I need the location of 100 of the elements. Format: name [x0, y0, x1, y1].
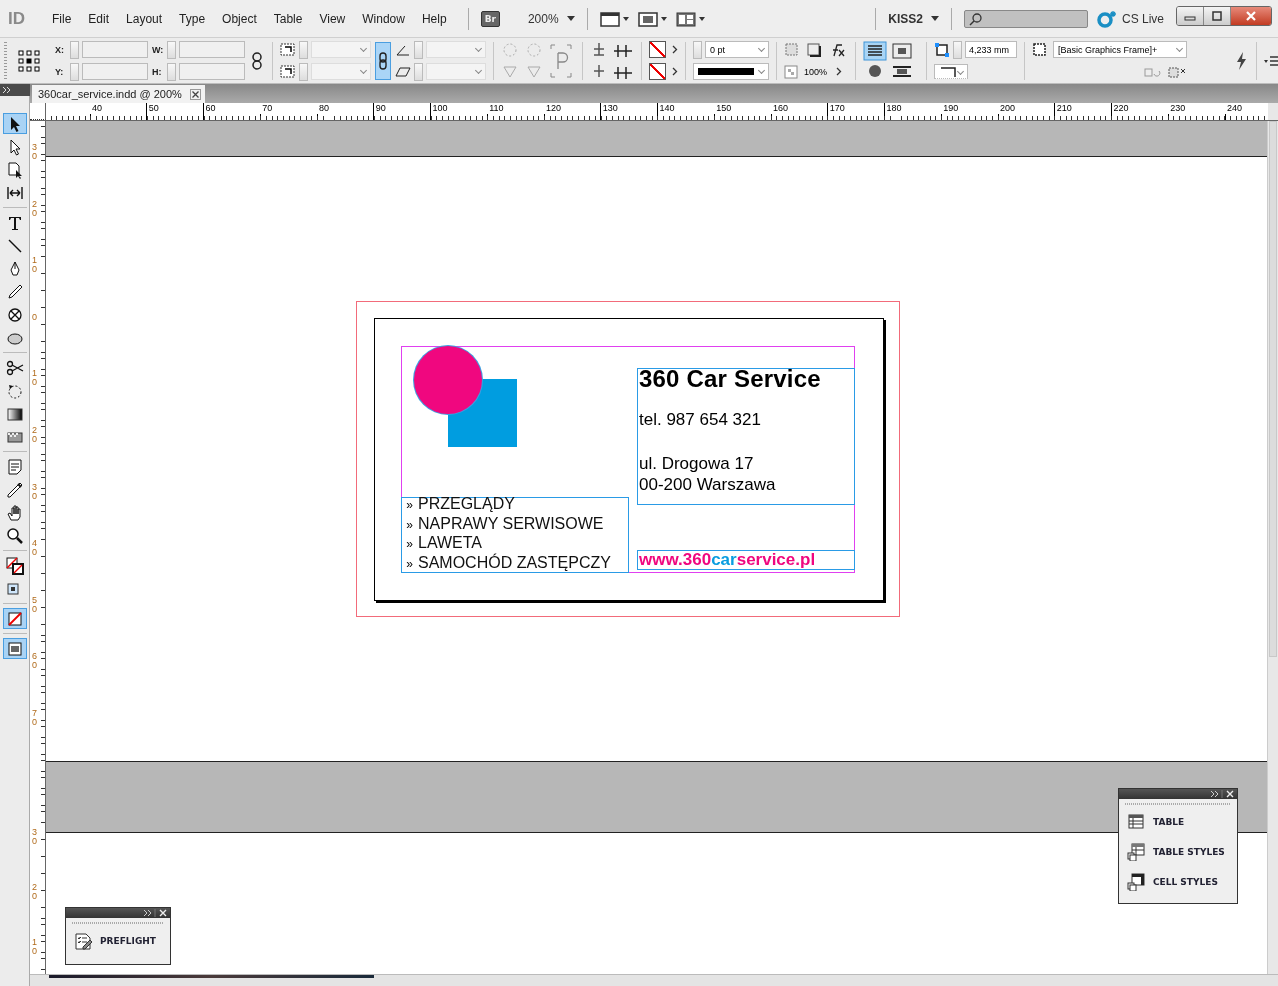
ruler-label: 130: [600, 103, 618, 114]
menu-item[interactable]: Type: [171, 11, 215, 26]
ruler-label: 120: [544, 103, 562, 114]
panel-controls-icon[interactable]: [1209, 790, 1235, 798]
scissors-icon: [5, 358, 24, 377]
ruler-label: 140: [657, 103, 675, 114]
ruler-label: 160: [771, 103, 789, 114]
menu-item[interactable]: View: [311, 11, 355, 26]
tool-button[interactable]: [2, 113, 27, 134]
eyedropper-icon: [5, 480, 24, 499]
scale-icon: [280, 42, 296, 57]
ruler-label: 100: [430, 103, 448, 114]
caret-icon: [930, 15, 939, 22]
caret-icon: [566, 15, 575, 22]
panel-controls-icon[interactable]: [142, 909, 168, 917]
service-item: NAPRAWY SERWISOWE: [418, 513, 604, 533]
toolbox-header[interactable]: [0, 84, 30, 96]
panel-menu-icon[interactable]: [1264, 54, 1278, 67]
double-chevron-icon[interactable]: [1, 86, 12, 94]
ruler-label: 110: [487, 103, 504, 114]
ruler-label: 210: [1054, 103, 1072, 114]
pencil-icon: [5, 282, 24, 301]
ruler-label: 50: [146, 103, 159, 114]
view-options-icon[interactable]: [599, 10, 630, 27]
menu-item[interactable]: File: [44, 11, 81, 26]
scale-icon: [280, 64, 296, 79]
stroke-none-swatch[interactable]: [649, 63, 666, 80]
corner-shape-icon: [939, 65, 959, 78]
stroke-weight-dropdown[interactable]: 0 pt: [705, 41, 769, 58]
ruler-label: 200: [998, 103, 1016, 114]
hand-icon: [5, 503, 24, 522]
none-swatch-icon: [5, 609, 24, 628]
close-button[interactable]: [1231, 7, 1271, 25]
page-pointer-icon: [5, 160, 24, 179]
arrange-documents-icon[interactable]: [675, 10, 706, 27]
menu-item[interactable]: Table: [265, 11, 312, 26]
fill-stroke-icon: [5, 556, 24, 575]
vertical-scrollbar[interactable]: [1267, 121, 1278, 974]
chevron-icon[interactable]: [836, 67, 843, 76]
cs-live-icon[interactable]: [1095, 8, 1118, 29]
menu-item[interactable]: Help: [413, 11, 456, 26]
chevron-icon[interactable]: [672, 67, 678, 76]
field-label: H:: [152, 66, 163, 77]
screen-mode-icon[interactable]: [637, 10, 668, 27]
ruler-label: 150: [714, 103, 732, 114]
document-tab[interactable]: 360car_service.indd @ 200%: [32, 85, 205, 103]
minimize-button[interactable]: [1177, 7, 1204, 25]
table-icon: [1127, 843, 1145, 861]
reference-point-icon[interactable]: [17, 48, 41, 73]
cs-live-label[interactable]: CS Live: [1121, 11, 1164, 26]
corner-size-field[interactable]: 4,233 mm: [965, 41, 1017, 58]
object-style-dropdown[interactable]: [Basic Graphics Frame]+: [1053, 41, 1187, 58]
position-field[interactable]: [82, 41, 148, 58]
bullet-mark: »: [405, 517, 414, 532]
panel-item[interactable]: PREFLIGHT: [66, 926, 170, 956]
position-field[interactable]: [82, 63, 148, 80]
panel-item[interactable]: CELL STYLES: [1119, 867, 1237, 897]
search-field[interactable]: [963, 9, 1088, 28]
panel-item[interactable]: TABLE: [1119, 807, 1237, 837]
shear-icon: [395, 64, 411, 79]
ruler-label: 60: [203, 103, 216, 114]
size-field[interactable]: [179, 63, 245, 80]
address-line: 00-200 Warszawa: [639, 474, 777, 495]
panel-item[interactable]: TABLE STYLES: [1119, 837, 1237, 867]
crossed-circle-icon: [5, 305, 24, 324]
zoom-dropdown[interactable]: 200%: [527, 11, 575, 26]
app-logo: ID: [8, 8, 26, 29]
checklist-pen-icon: [74, 932, 92, 950]
opacity-field[interactable]: 100%: [801, 66, 831, 77]
opacity-icon: [784, 64, 798, 79]
constrain-chain-icon[interactable]: [249, 50, 265, 71]
menu-item[interactable]: Window: [354, 11, 414, 26]
corner-options-icon[interactable]: [934, 41, 950, 58]
chevron-icon[interactable]: [672, 45, 678, 54]
stroke-type-dropdown[interactable]: [693, 63, 769, 80]
ruler-label: 180: [884, 103, 902, 114]
menu-item[interactable]: Object: [214, 11, 266, 26]
ruler-label: 220: [1111, 103, 1129, 114]
website-url: www.360carservice.pl: [639, 551, 816, 569]
bullet-mark: »: [405, 498, 414, 512]
horizontal-scrollbar[interactable]: [30, 974, 1278, 986]
ruler-label: 90: [373, 103, 386, 114]
maximize-button[interactable]: [1204, 7, 1231, 25]
menu-item[interactable]: Layout: [118, 11, 172, 26]
ruler-label: 80: [317, 103, 329, 114]
menu-item[interactable]: Edit: [80, 11, 119, 26]
size-field[interactable]: [179, 41, 245, 58]
close-tab-icon[interactable]: [189, 88, 201, 100]
workspace-dropdown[interactable]: KISS2: [888, 11, 939, 26]
constrain-proportions-button[interactable]: [375, 41, 391, 80]
address-line: ul. Drogowa 17: [639, 453, 755, 474]
fill-none-swatch[interactable]: [649, 41, 666, 58]
ruler-label: 40: [90, 103, 102, 114]
phone-number: tel. 987 654 321: [639, 409, 762, 430]
corner-shape-dropdown[interactable]: [934, 64, 968, 79]
ruler-origin-icon[interactable]: [30, 103, 46, 120]
chain-link-icon: [378, 51, 388, 70]
company-name: 360 Car Service: [639, 365, 821, 393]
ruler-label: 170: [827, 103, 845, 114]
bridge-button[interactable]: Br: [480, 10, 500, 27]
